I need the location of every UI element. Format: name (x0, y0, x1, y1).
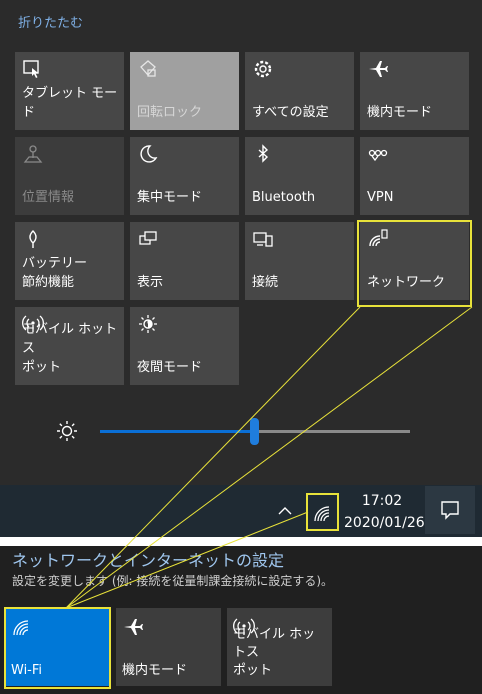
tile-label: ネットワーク (367, 275, 446, 290)
connect-icon (252, 228, 274, 250)
bluetooth-icon (252, 143, 274, 165)
tile-label: VPN (367, 190, 394, 205)
rotation-lock-icon (137, 58, 159, 80)
moon-icon (137, 143, 159, 165)
quick-action-network[interactable]: ネットワーク (360, 222, 469, 300)
quick-action-project[interactable]: 表示 (130, 222, 239, 300)
quick-action-tablet-mode[interactable]: タブレット モード (15, 52, 124, 130)
clock-date: 2020/01/26 (344, 515, 425, 531)
flyout-hotspot-button[interactable]: モバイル ホットス ポット (227, 608, 332, 686)
quick-action-all-settings[interactable]: すべての設定 (245, 52, 354, 130)
tile-label: タブレット モード (22, 86, 118, 120)
tile-label: 機内モード (367, 105, 433, 120)
quick-action-mobile-hotspot[interactable]: モバイル ホットス ポット (15, 307, 124, 385)
tile-label: モバイル ホットス ポット (233, 627, 316, 678)
tile-label: すべての設定 (252, 105, 329, 120)
slider-thumb[interactable] (250, 418, 259, 445)
clock-time: 17:02 (361, 493, 403, 509)
tile-label: Bluetooth (252, 190, 316, 205)
quick-action-location[interactable]: 位置情報 (15, 137, 124, 215)
battery-saver-icon (22, 228, 44, 250)
network-icon (367, 228, 389, 250)
quick-action-airplane-mode[interactable]: 機内モード (360, 52, 469, 130)
collapse-link[interactable]: 折りたたむ (18, 12, 83, 31)
quick-action-connect[interactable]: 接続 (245, 222, 354, 300)
quick-action-night-light[interactable]: 夜間モード (130, 307, 239, 385)
vpn-icon (367, 143, 389, 165)
separator (0, 537, 482, 546)
gear-icon (252, 58, 274, 80)
quick-action-bluetooth[interactable]: Bluetooth (245, 137, 354, 215)
tile-label: Wi-Fi (11, 663, 43, 678)
airplane-icon (122, 616, 144, 638)
tile-label: 夜間モード (137, 360, 203, 375)
tile-label: 集中モード (137, 190, 203, 205)
taskbar-network-icon[interactable] (306, 493, 339, 531)
tile-label: 回転ロック (137, 105, 203, 120)
project-icon (137, 228, 159, 250)
chevron-up-icon[interactable] (276, 502, 294, 520)
quick-action-battery-saver[interactable]: バッテリー 節約機能 (15, 222, 124, 300)
flyout-airplane-button[interactable]: 機内モード (116, 608, 221, 686)
tile-label: 表示 (137, 275, 164, 290)
quick-action-focus-assist[interactable]: 集中モード (130, 137, 239, 215)
tile-label: 接続 (252, 275, 279, 290)
notification-icon (439, 499, 461, 521)
wifi-icon (11, 616, 33, 638)
tile-label: 位置情報 (22, 190, 75, 205)
night-light-icon (137, 313, 159, 335)
brightness-icon (56, 420, 78, 442)
tile-label: 機内モード (122, 663, 188, 678)
network-settings-description: 設定を変更します (例: 接続を従量制課金接続に設定する)。 (12, 574, 334, 588)
airplane-icon (367, 58, 389, 80)
notification-button[interactable] (425, 486, 475, 534)
taskbar-clock[interactable]: 17:02 2020/01/26 (344, 490, 425, 534)
tile-label: バッテリー 節約機能 (22, 256, 88, 290)
brightness-slider[interactable] (56, 418, 416, 446)
quick-action-vpn[interactable]: VPN (360, 137, 469, 215)
tablet-mode-icon (22, 58, 44, 80)
flyout-wifi-button[interactable]: Wi-Fi (5, 608, 110, 686)
network-settings-link[interactable]: ネットワークとインターネットの設定 (12, 547, 284, 571)
tile-label: モバイル ホットス ポット (22, 322, 118, 375)
location-icon (22, 143, 44, 165)
slider-fill (100, 430, 254, 433)
quick-action-rotation-lock[interactable]: 回転ロック (130, 52, 239, 130)
